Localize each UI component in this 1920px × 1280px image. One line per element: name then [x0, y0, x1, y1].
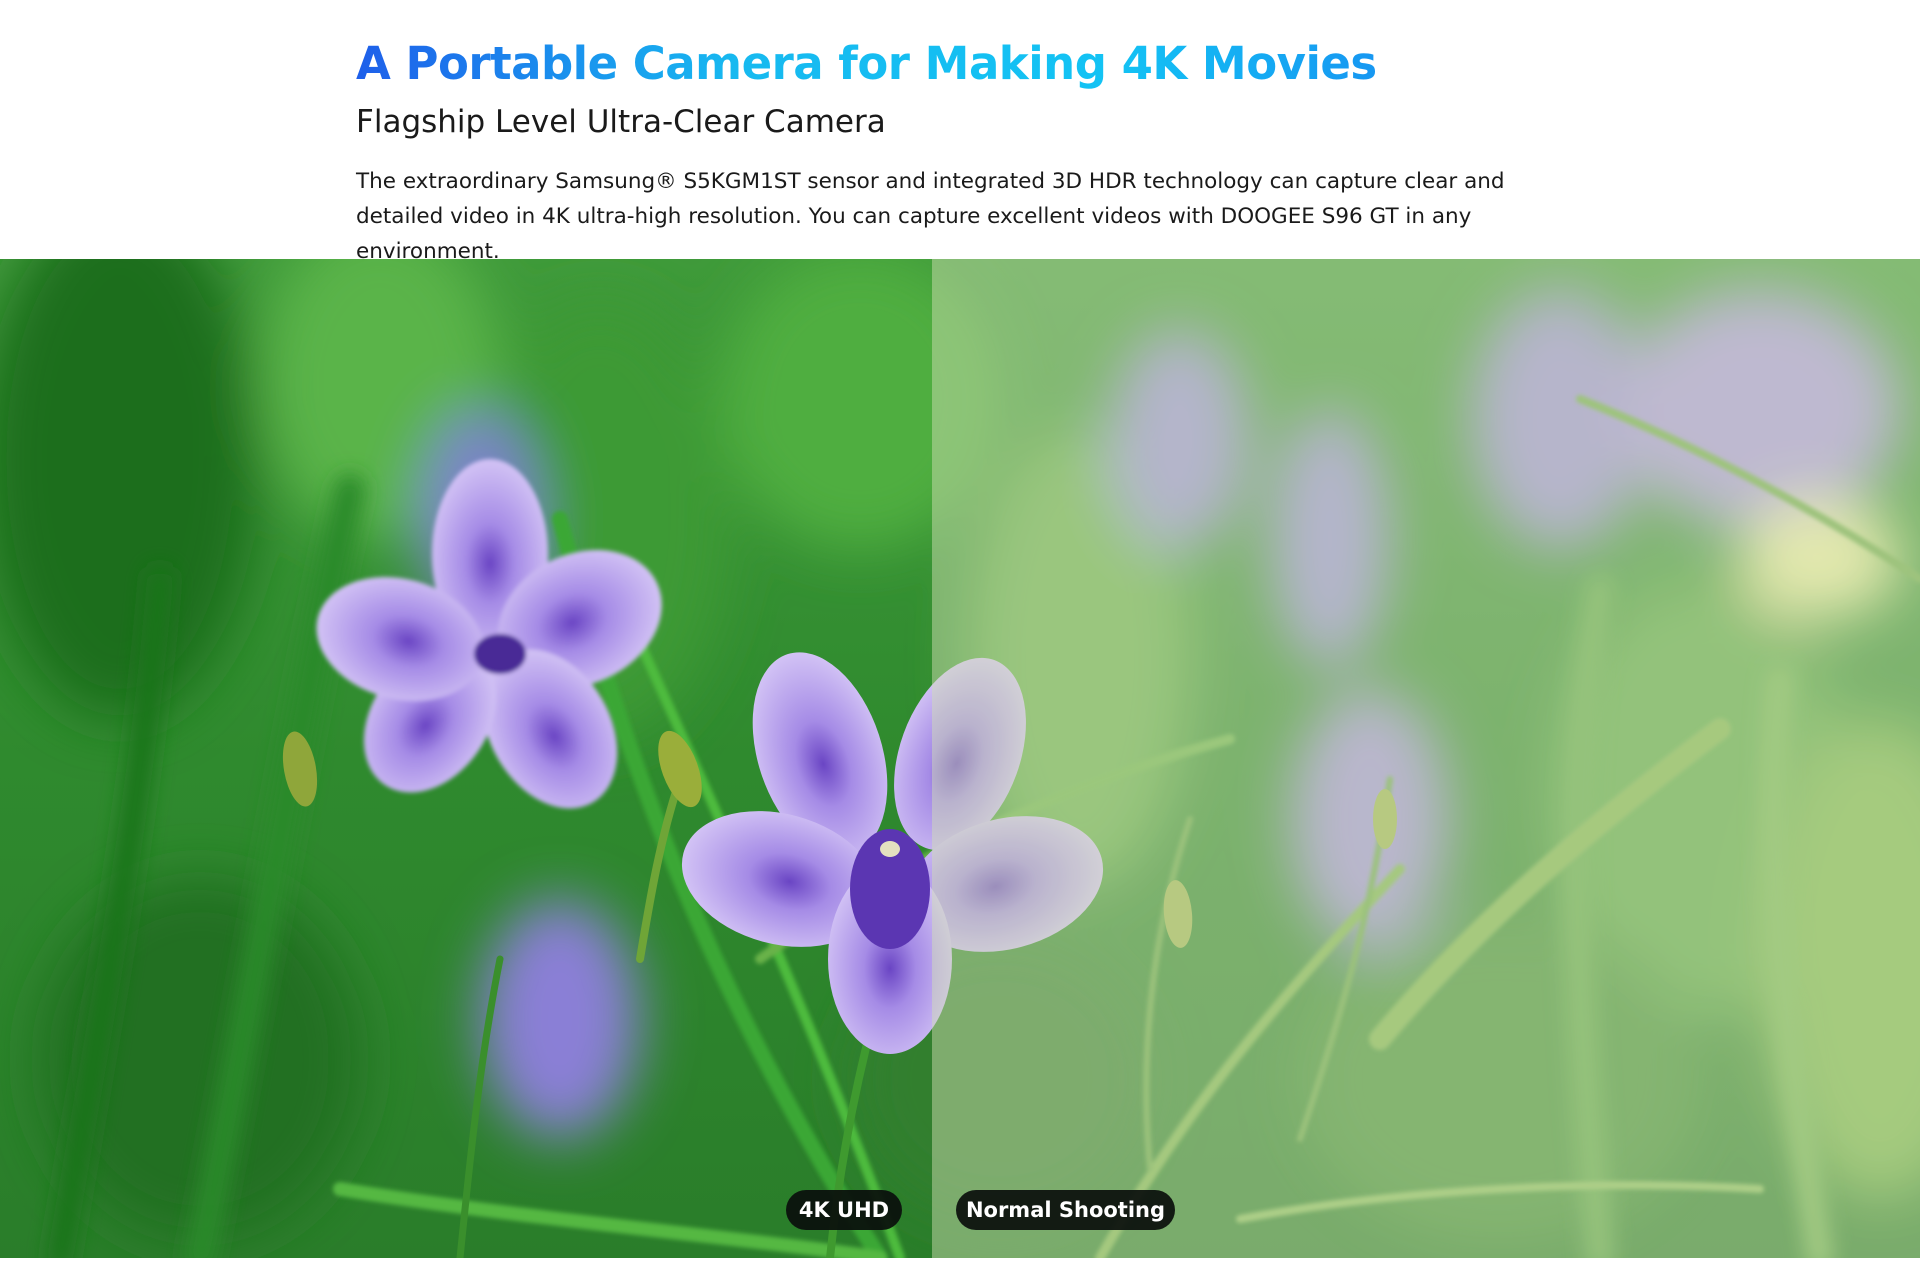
camera-comparison-image — [0, 259, 1920, 1258]
feature-description: The extraordinary Samsung® S5KGM1ST sens… — [356, 169, 1505, 264]
product-feature-page: A Portable Camera for Making 4K Movies F… — [0, 0, 1920, 1280]
page-title: A Portable Camera for Making 4K Movies — [356, 34, 1616, 94]
label-4k-uhd: 4K UHD — [786, 1190, 902, 1230]
flower-photo — [0, 259, 1920, 1258]
feature-text-block: A Portable Camera for Making 4K Movies F… — [356, 34, 1616, 269]
label-normal-shooting: Normal Shooting — [956, 1190, 1175, 1230]
page-subtitle: Flagship Level Ultra-Clear Camera — [356, 104, 886, 140]
